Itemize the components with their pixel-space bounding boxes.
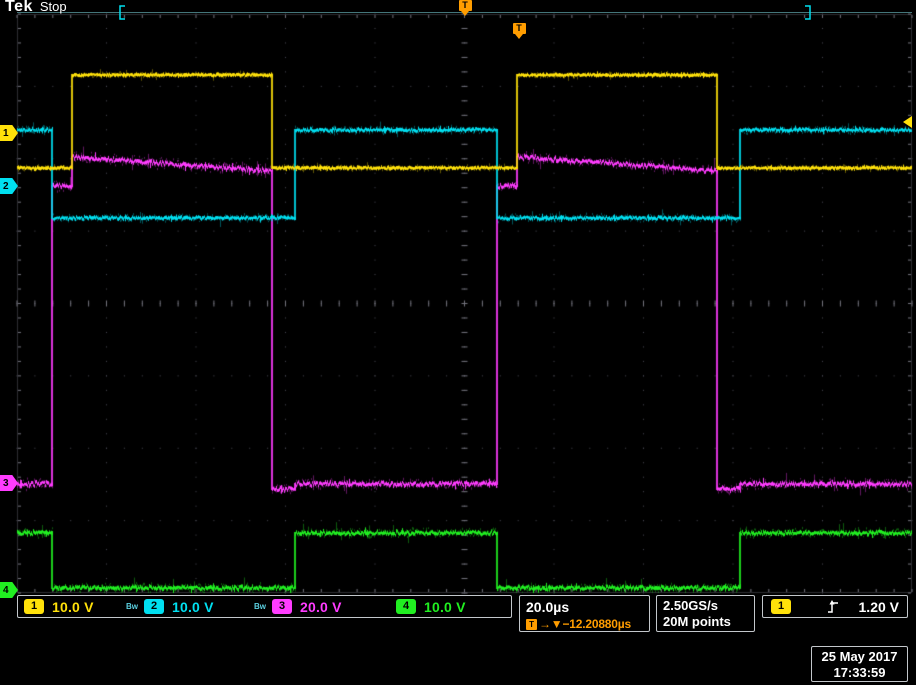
delay-arrows-icon: →▼ (539, 617, 562, 631)
time-label: 17:33:59 (812, 665, 907, 681)
trigger-readout-box[interactable]: 1 1.20 V (762, 595, 908, 618)
record-length: 20M points (663, 614, 748, 630)
date-label: 25 May 2017 (812, 649, 907, 665)
ch2-bandwidth-icon: Bw (254, 603, 270, 611)
acquisition-status: Stop (40, 0, 67, 14)
timebase-scale: 20.0µs (526, 599, 643, 615)
channel-readouts-box[interactable]: 1 10.0 V Bw 2 10.0 V Bw 3 20.0 V 4 10.0 … (17, 595, 512, 618)
ch3-badge[interactable]: 3 (272, 599, 292, 614)
trigger-down-arrow-icon (461, 11, 469, 16)
horizontal-readout-box[interactable]: 20.0µs T →▼ −12.20880µs (519, 595, 650, 632)
trigger-source-badge: 1 (771, 599, 791, 614)
ch3-scale: 20.0 V (300, 599, 374, 615)
sample-rate: 2.50GS/s (663, 598, 748, 614)
tek-logo: Tek (5, 0, 33, 15)
ch4-scale: 10.0 V (424, 599, 498, 615)
trigger-position-marker[interactable]: T (458, 0, 472, 16)
waveform-display[interactable] (0, 0, 916, 685)
ch2-scale: 10.0 V (172, 599, 246, 615)
ch1-scale: 10.0 V (52, 599, 126, 615)
datetime-box: 25 May 2017 17:33:59 (811, 646, 908, 682)
header-bar: Tek Stop (5, 0, 67, 16)
acquisition-readout-box: 2.50GS/s 20M points (656, 595, 755, 632)
ch4-badge[interactable]: 4 (396, 599, 416, 614)
trigger-point-t-icon: T (513, 23, 526, 34)
ch1-bandwidth-icon: Bw (126, 603, 142, 611)
trigger-position-t-icon: T (459, 0, 472, 11)
delay-value: −12.20880µs (562, 617, 630, 631)
trigger-down-arrow-icon (515, 34, 523, 39)
ch1-badge[interactable]: 1 (24, 599, 44, 614)
trigger-delay-readout: T →▼ −12.20880µs (526, 617, 643, 631)
delay-t-icon: T (526, 619, 537, 630)
ch2-badge[interactable]: 2 (144, 599, 164, 614)
trigger-level-readout: 1.20 V (859, 599, 899, 615)
trigger-point-marker[interactable]: T (512, 23, 526, 39)
rising-edge-icon (827, 599, 839, 615)
